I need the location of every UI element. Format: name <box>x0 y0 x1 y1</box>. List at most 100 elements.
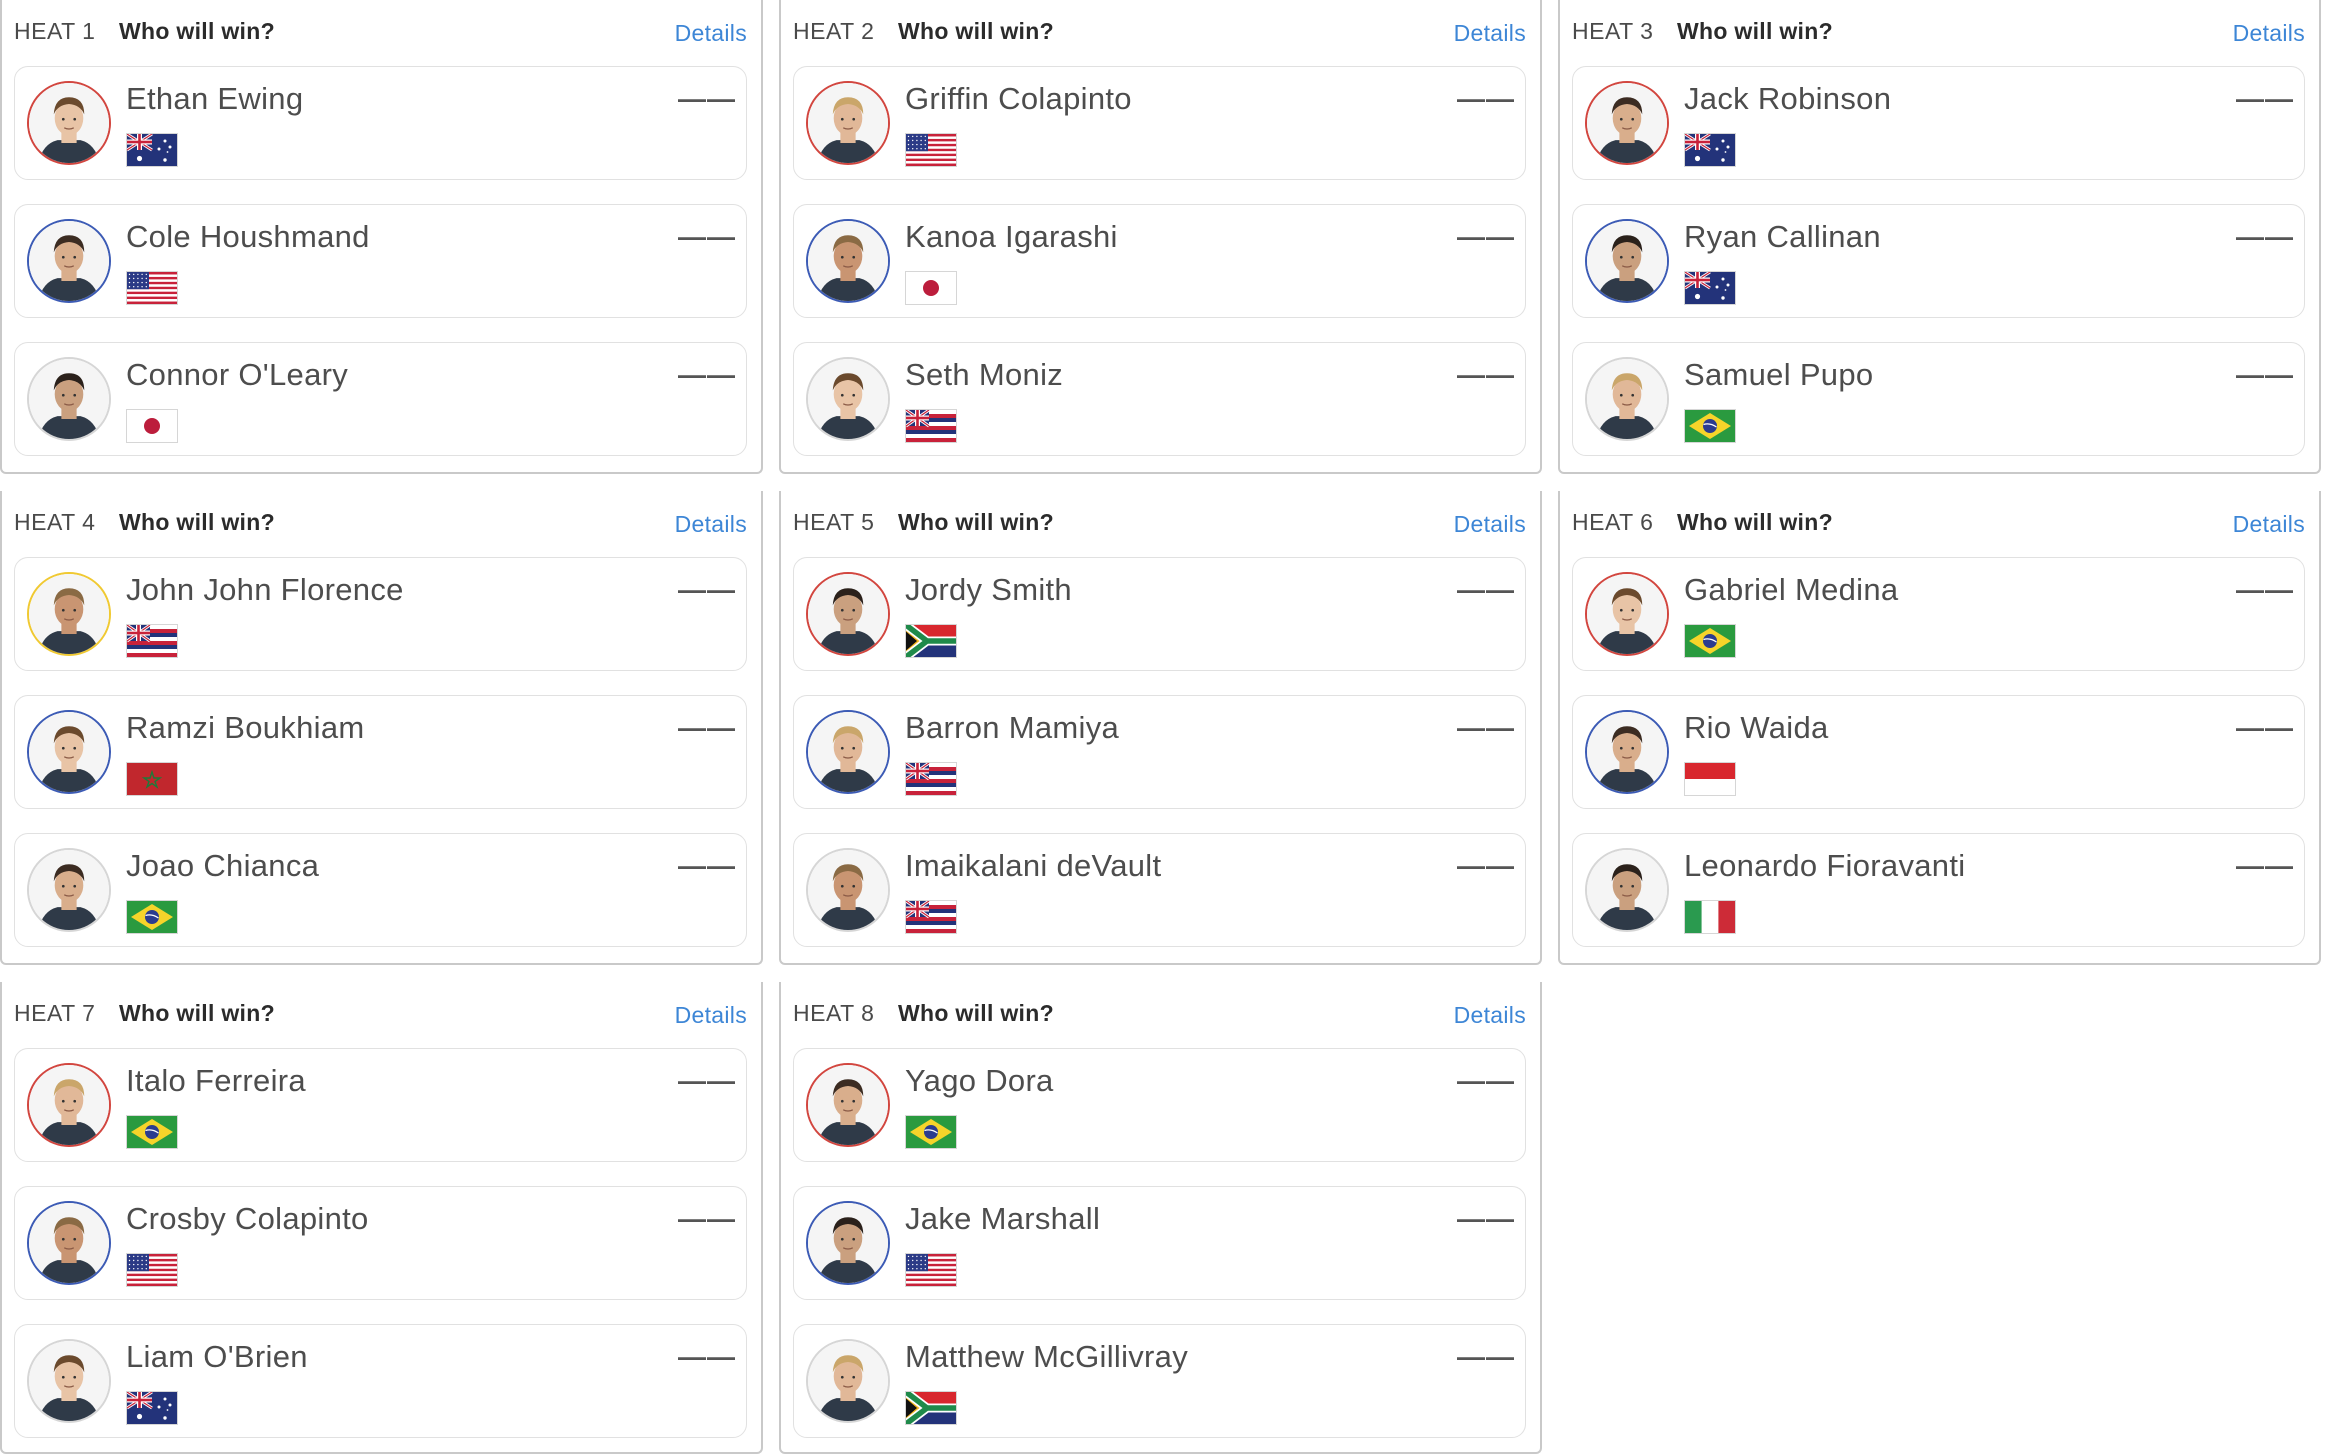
details-link[interactable]: Details <box>1454 1002 1526 1029</box>
surfer-score: —— <box>2236 221 2294 252</box>
surfer-portrait-icon <box>1585 710 1669 794</box>
surfer-name: John John Florence <box>126 572 404 607</box>
surfer-portrait-icon <box>27 710 111 794</box>
surfer-score: —— <box>678 850 736 881</box>
heat-header: HEAT 2 Who will win? Details <box>781 0 1540 62</box>
heat-question: Who will win? <box>119 1000 275 1026</box>
surfer-portrait-icon <box>27 219 111 303</box>
surfer-card[interactable]: Samuel Pupo —— <box>1572 342 2305 456</box>
surfer-card[interactable]: Imaikalani deVault —— <box>793 833 1526 947</box>
heat-panel: HEAT 3 Who will win? Details Jack Robinson —… <box>1558 0 2321 474</box>
details-link[interactable]: Details <box>1454 20 1526 47</box>
surfer-portrait-icon <box>806 81 890 165</box>
surfer-card[interactable]: Gabriel Medina —— <box>1572 557 2305 671</box>
surfer-card[interactable]: Crosby Colapinto —— <box>14 1186 747 1300</box>
brazil-flag <box>905 1115 957 1149</box>
heat-panel: HEAT 6 Who will win? Details Gabriel Medina… <box>1558 491 2321 965</box>
heat-header: HEAT 5 Who will win? Details <box>781 491 1540 553</box>
surfer-score: —— <box>1457 1203 1515 1234</box>
surfer-score: —— <box>1457 1065 1515 1096</box>
surfer-card[interactable]: Cole Houshmand —— <box>14 204 747 318</box>
surfer-name: Gabriel Medina <box>1684 572 1899 607</box>
surfer-card[interactable]: Barron Mamiya —— <box>793 695 1526 809</box>
surfer-card[interactable]: Seth Moniz —— <box>793 342 1526 456</box>
surfer-card[interactable]: Ramzi Boukhiam —— <box>14 695 747 809</box>
surfer-card[interactable]: Italo Ferreira —— <box>14 1048 747 1162</box>
surfer-score: —— <box>2236 83 2294 114</box>
heat-label: HEAT 7 <box>14 1000 96 1026</box>
heat-label: HEAT 3 <box>1572 18 1654 44</box>
details-link[interactable]: Details <box>2233 20 2305 47</box>
heat-header: HEAT 8 Who will win? Details <box>781 982 1540 1044</box>
heat-panel: HEAT 1 Who will win? Details Ethan Ewing —— C… <box>0 0 763 474</box>
surfer-portrait-icon <box>27 81 111 165</box>
heat-label: HEAT 8 <box>793 1000 875 1026</box>
surfer-card[interactable]: Jordy Smith —— <box>793 557 1526 671</box>
brazil-flag <box>126 900 178 934</box>
details-link[interactable]: Details <box>675 511 747 538</box>
italy-flag <box>1684 900 1736 934</box>
australia-flag <box>1684 271 1736 305</box>
japan-flag <box>905 271 957 305</box>
heat-panel: HEAT 4 Who will win? Details John John Flor… <box>0 491 763 965</box>
surfer-card[interactable]: Yago Dora —— <box>793 1048 1526 1162</box>
surfer-portrait-icon <box>1585 848 1669 932</box>
surfer-portrait-icon <box>806 357 890 441</box>
surfer-portrait-icon <box>806 219 890 303</box>
surfer-name: Jake Marshall <box>905 1201 1101 1236</box>
surfer-card[interactable]: Ryan Callinan —— <box>1572 204 2305 318</box>
australia-flag <box>126 1391 178 1425</box>
surfer-name: Crosby Colapinto <box>126 1201 369 1236</box>
surfer-portrait-icon <box>806 1201 890 1285</box>
surfer-card[interactable]: Joao Chianca —— <box>14 833 747 947</box>
morocco-flag <box>126 762 178 796</box>
surfer-name: Liam O'Brien <box>126 1339 308 1374</box>
surfer-card[interactable]: Leonardo Fioravanti —— <box>1572 833 2305 947</box>
surfer-portrait-icon <box>806 1339 890 1423</box>
surfer-portrait-icon <box>806 710 890 794</box>
surfer-portrait-icon <box>806 1063 890 1147</box>
surfer-score: —— <box>1457 221 1515 252</box>
japan-flag <box>126 409 178 443</box>
usa-flag <box>126 1253 178 1287</box>
brazil-flag <box>1684 409 1736 443</box>
heat-label: HEAT 2 <box>793 18 875 44</box>
surfer-name: Ethan Ewing <box>126 81 304 116</box>
surfer-card[interactable]: Liam O'Brien —— <box>14 1324 747 1438</box>
surfer-card[interactable]: Rio Waida —— <box>1572 695 2305 809</box>
surfer-score: —— <box>2236 359 2294 390</box>
surfer-portrait-icon <box>27 1339 111 1423</box>
surfer-score: —— <box>678 221 736 252</box>
surfer-name: Ramzi Boukhiam <box>126 710 365 745</box>
details-link[interactable]: Details <box>1454 511 1526 538</box>
surfer-card[interactable]: Griffin Colapinto —— <box>793 66 1526 180</box>
details-link[interactable]: Details <box>675 20 747 47</box>
surfer-portrait-icon <box>27 357 111 441</box>
surfer-score: —— <box>1457 574 1515 605</box>
surfer-card[interactable]: Jack Robinson —— <box>1572 66 2305 180</box>
surfer-card[interactable]: Kanoa Igarashi —— <box>793 204 1526 318</box>
usa-flag <box>905 133 957 167</box>
surfer-card[interactable]: Jake Marshall —— <box>793 1186 1526 1300</box>
heat-question: Who will win? <box>119 18 275 44</box>
surfer-name: Rio Waida <box>1684 710 1829 745</box>
surfer-card[interactable]: Ethan Ewing —— <box>14 66 747 180</box>
surfer-name: Seth Moniz <box>905 357 1064 392</box>
details-link[interactable]: Details <box>675 1002 747 1029</box>
surfer-card[interactable]: John John Florence —— <box>14 557 747 671</box>
surfer-score: —— <box>2236 574 2294 605</box>
usa-flag <box>905 1253 957 1287</box>
south-africa-flag <box>905 624 957 658</box>
heat-header: HEAT 4 Who will win? Details <box>2 491 761 553</box>
details-link[interactable]: Details <box>2233 511 2305 538</box>
surfer-card[interactable]: Matthew McGillivray —— <box>793 1324 1526 1438</box>
surfer-portrait-icon <box>27 572 111 656</box>
heat-header: HEAT 1 Who will win? Details <box>2 0 761 62</box>
surfer-card[interactable]: Connor O'Leary —— <box>14 342 747 456</box>
surfer-name: Imaikalani deVault <box>905 848 1162 883</box>
surfer-name: Ryan Callinan <box>1684 219 1881 254</box>
surfer-name: Barron Mamiya <box>905 710 1120 745</box>
heat-panel: HEAT 5 Who will win? Details Jordy Smith —— B… <box>779 491 1542 965</box>
surfer-name: Matthew McGillivray <box>905 1339 1189 1374</box>
surfer-name: Griffin Colapinto <box>905 81 1132 116</box>
